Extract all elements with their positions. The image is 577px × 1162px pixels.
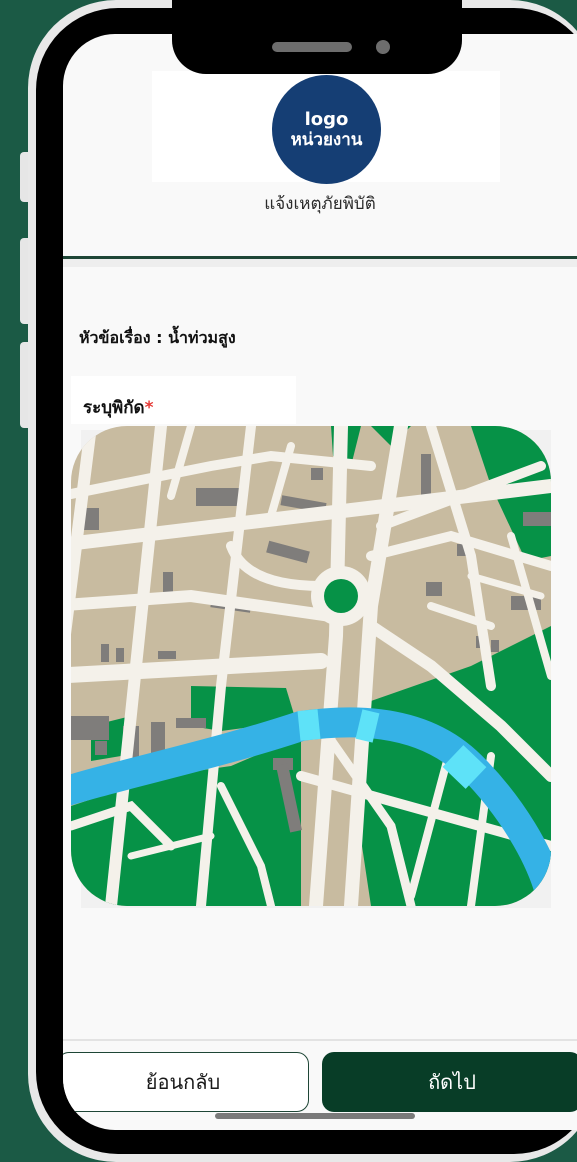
logo-text-line2: หน่วยงาน: [290, 130, 363, 151]
agency-logo: logo หน่วยงาน: [272, 75, 381, 184]
front-camera-icon: [376, 40, 390, 54]
app-subtitle: แจ้งเหตุภัยพิบัติ: [264, 194, 376, 214]
logo-area: logo หน่วยงาน: [152, 71, 500, 184]
location-map[interactable]: [71, 426, 551, 906]
header-shadow: [63, 259, 577, 267]
footer-divider: [63, 1039, 577, 1041]
required-asterisk: *: [144, 398, 154, 418]
location-label-text: ระบุพิกัด: [83, 398, 145, 418]
location-label-box: ระบุพิกัด*: [71, 376, 296, 424]
home-indicator: [215, 1113, 415, 1119]
next-button[interactable]: ถัดไป: [322, 1052, 577, 1112]
notch: [172, 0, 462, 74]
logo-text-line1: logo: [304, 108, 349, 130]
location-label: ระบุพิกัด*: [83, 394, 153, 421]
speaker-grille: [272, 42, 352, 52]
back-button[interactable]: ย้อนกลับ: [63, 1052, 309, 1112]
app-screen: logo หน่วยงาน แจ้งเหตุภัยพิบัติ หัวข้อเร…: [63, 34, 577, 1130]
topic-label: หัวข้อเรื่อง : น้ำท่วมสูง: [79, 328, 236, 347]
city-map-icon: [71, 426, 551, 906]
